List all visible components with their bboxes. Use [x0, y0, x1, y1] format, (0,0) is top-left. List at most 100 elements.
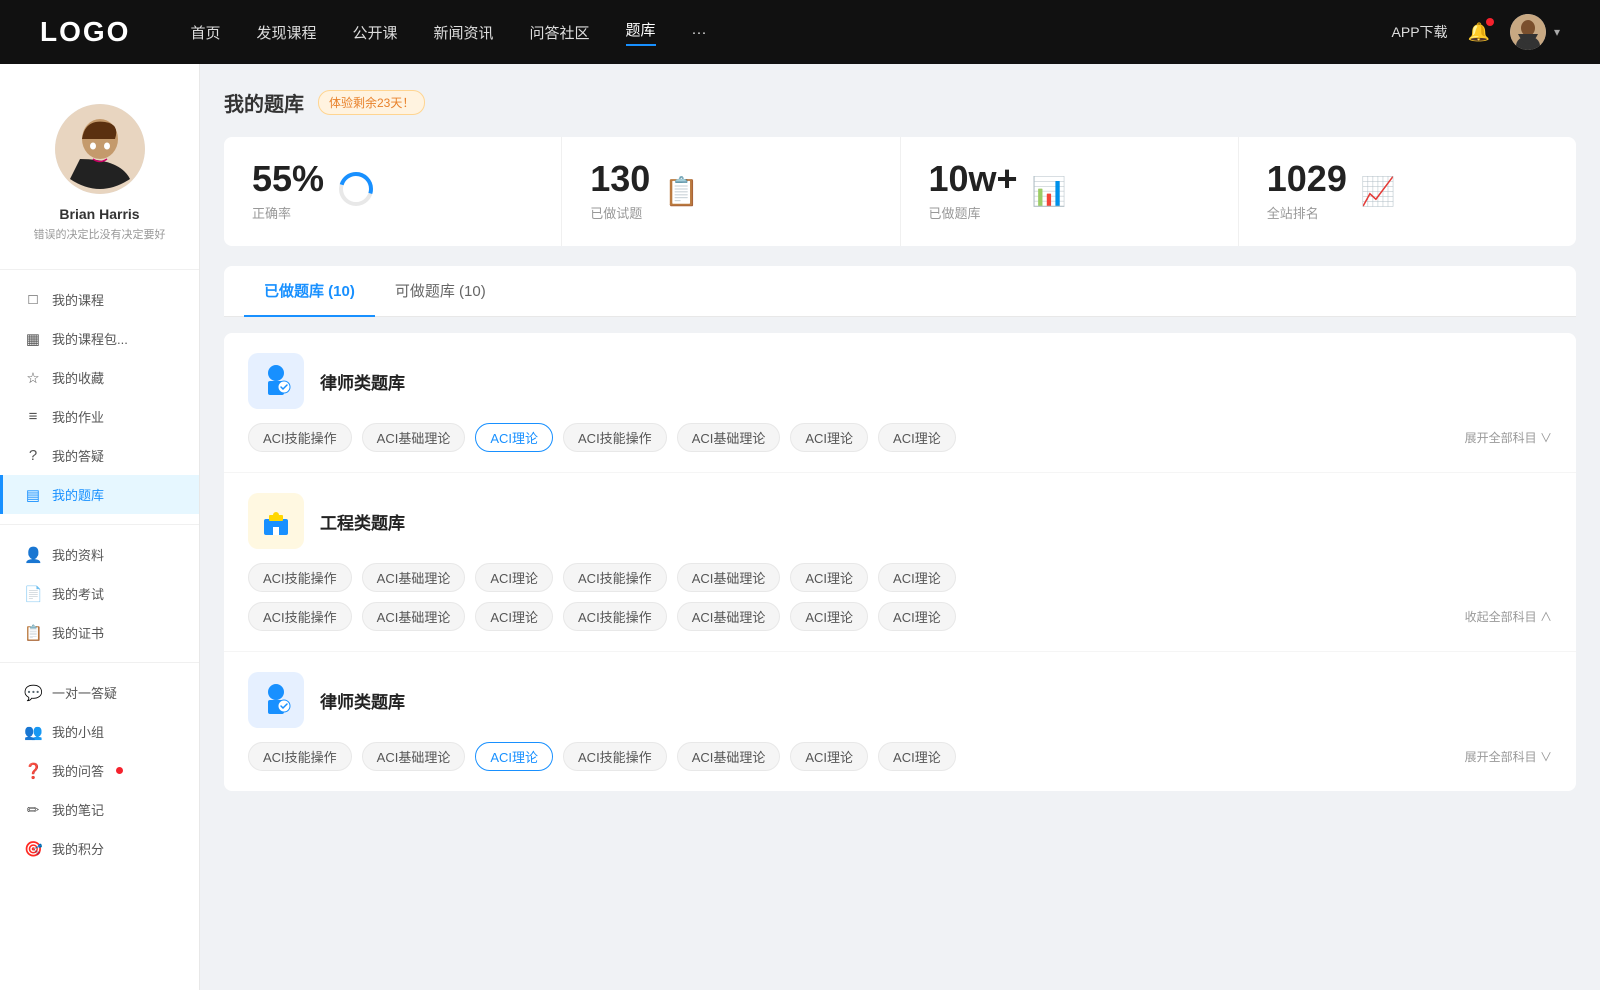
questions-icon: ❓ [24, 762, 42, 780]
navbar-nav: 首页 发现课程 公开课 新闻资讯 问答社区 题库 ··· [190, 19, 1391, 46]
sidebar-item-profile[interactable]: 👤 我的资料 [0, 535, 199, 574]
sidebar-item-course[interactable]: □ 我的课程 [0, 280, 199, 319]
sidebar-item-exam[interactable]: 📄 我的考试 [0, 574, 199, 613]
notes-icon: ✏ [24, 801, 42, 819]
nav-more[interactable]: ··· [692, 24, 707, 41]
nav-news[interactable]: 新闻资讯 [434, 22, 494, 43]
nav-qa[interactable]: 问答社区 [530, 22, 590, 43]
tag[interactable]: ACI基础理论 [677, 602, 781, 631]
unread-badge [116, 767, 123, 774]
tab-done[interactable]: 已做题库 (10) [244, 266, 375, 317]
stats-bar: 55% 正确率 130 已做试题 📋 [224, 137, 1576, 246]
sidebar-item-group[interactable]: 👥 我的小组 [0, 712, 199, 751]
tag[interactable]: ACI技能操作 [563, 563, 667, 592]
profile-name: Brian Harris [59, 206, 139, 222]
stat-ranking-icon: 📈 [1361, 175, 1396, 208]
stat-banks-text: 10w+ 已做题库 [929, 161, 1018, 222]
sidebar-item-question-bank[interactable]: ▤ 我的题库 [0, 475, 199, 514]
tag[interactable]: ACI基础理论 [362, 423, 466, 452]
app-download[interactable]: APP下载 [1392, 22, 1448, 42]
sidebar-item-label: 我的课程包... [52, 329, 128, 348]
sidebar-item-label: 我的作业 [52, 407, 104, 426]
tag-active[interactable]: ACI理论 [475, 742, 553, 771]
nav-discover[interactable]: 发现课程 [256, 22, 316, 43]
tag[interactable]: ACI理论 [878, 742, 956, 771]
sidebar-item-label: 我的小组 [52, 722, 104, 741]
tag[interactable]: ACI基础理论 [362, 602, 466, 631]
star-icon: ☆ [24, 369, 42, 387]
user-avatar-area[interactable]: ▾ [1510, 14, 1560, 50]
navbar: LOGO 首页 发现课程 公开课 新闻资讯 问答社区 题库 ··· APP下载 … [0, 0, 1600, 64]
stat-accuracy-text: 55% 正确率 [252, 161, 324, 222]
nav-open-course[interactable]: 公开课 [352, 22, 397, 43]
tag[interactable]: ACI技能操作 [248, 742, 352, 771]
tag[interactable]: ACI基础理论 [677, 423, 781, 452]
sidebar-item-certificate[interactable]: 📋 我的证书 [0, 613, 199, 652]
tag[interactable]: ACI理论 [878, 563, 956, 592]
sidebar-item-one-on-one[interactable]: 💬 一对一答疑 [0, 673, 199, 712]
sidebar: Brian Harris 错误的决定比没有决定要好 □ 我的课程 ▦ 我的课程包… [0, 64, 200, 990]
tag[interactable]: ACI理论 [790, 423, 868, 452]
bank-card-tags-1: ACI技能操作 ACI基础理论 ACI理论 ACI技能操作 ACI基础理论 AC… [248, 423, 1552, 452]
sidebar-item-qa[interactable]: ? 我的答疑 [0, 436, 199, 475]
tab-todo[interactable]: 可做题库 (10) [375, 266, 506, 317]
tag[interactable]: ACI技能操作 [248, 602, 352, 631]
course-icon: □ [24, 291, 42, 308]
tag-active[interactable]: ACI理论 [475, 423, 553, 452]
page-title: 我的题库 [224, 88, 304, 117]
stat-questions-icon: 📋 [664, 175, 699, 208]
tag[interactable]: ACI基础理论 [677, 563, 781, 592]
sidebar-item-label: 我的笔记 [52, 800, 104, 819]
bank-card-icon-lawyer [248, 353, 304, 409]
nav-home[interactable]: 首页 [190, 22, 220, 43]
page-header: 我的题库 体验剩余23天！ [224, 88, 1576, 117]
tag[interactable]: ACI理论 [790, 563, 868, 592]
sidebar-item-questions[interactable]: ❓ 我的问答 [0, 751, 199, 790]
sidebar-item-label: 我的收藏 [52, 368, 104, 387]
avatar [1510, 14, 1546, 50]
bank-card-lawyer-1: 律师类题库 ACI技能操作 ACI基础理论 ACI理论 ACI技能操作 ACI基… [224, 333, 1576, 473]
tag[interactable]: ACI技能操作 [248, 423, 352, 452]
homework-icon: ≡ [24, 408, 42, 425]
tag[interactable]: ACI理论 [878, 602, 956, 631]
sidebar-item-course-pack[interactable]: ▦ 我的课程包... [0, 319, 199, 358]
profile-icon: 👤 [24, 546, 42, 564]
bank-card-lawyer-2: 律师类题库 ACI技能操作 ACI基础理论 ACI理论 ACI技能操作 ACI基… [224, 652, 1576, 791]
group-icon: 👥 [24, 723, 42, 741]
sidebar-item-favorites[interactable]: ☆ 我的收藏 [0, 358, 199, 397]
tabs-bar: 已做题库 (10) 可做题库 (10) [224, 266, 1576, 317]
question-bank-icon: ▤ [24, 486, 42, 504]
tag[interactable]: ACI理论 [475, 602, 553, 631]
stat-accuracy-label: 正确率 [252, 203, 324, 222]
stat-ranking: 1029 全站排名 📈 [1239, 137, 1576, 246]
sidebar-item-label: 我的答疑 [52, 446, 104, 465]
sidebar-item-label: 我的课程 [52, 290, 104, 309]
sidebar-item-points[interactable]: 🎯 我的积分 [0, 829, 199, 868]
notification-bell[interactable]: 🔔 [1468, 22, 1490, 43]
sidebar-item-homework[interactable]: ≡ 我的作业 [0, 397, 199, 436]
sidebar-item-label: 我的资料 [52, 545, 104, 564]
tag[interactable]: ACI基础理论 [362, 742, 466, 771]
tag[interactable]: ACI理论 [790, 602, 868, 631]
expand-link-3[interactable]: 展开全部科目 ∨ [1465, 748, 1552, 765]
tag[interactable]: ACI基础理论 [677, 742, 781, 771]
tag[interactable]: ACI理论 [790, 742, 868, 771]
course-pack-icon: ▦ [24, 330, 42, 348]
sidebar-item-label: 我的问答 [52, 761, 104, 780]
stat-ranking-value: 1029 [1267, 161, 1347, 197]
chevron-down-icon: ▾ [1554, 25, 1560, 39]
tag[interactable]: ACI技能操作 [563, 602, 667, 631]
bank-card-header: 工程类题库 [248, 493, 1552, 549]
sidebar-item-notes[interactable]: ✏ 我的笔记 [0, 790, 199, 829]
expand-link-2[interactable]: 收起全部科目 ∧ [1465, 608, 1552, 625]
tag[interactable]: ACI理论 [475, 563, 553, 592]
bank-card-icon-lawyer2 [248, 672, 304, 728]
tag[interactable]: ACI理论 [878, 423, 956, 452]
nav-question-bank[interactable]: 题库 [626, 19, 656, 46]
expand-link-1[interactable]: 展开全部科目 ∨ [1465, 429, 1552, 446]
tag[interactable]: ACI技能操作 [563, 423, 667, 452]
tag[interactable]: ACI技能操作 [248, 563, 352, 592]
tag[interactable]: ACI基础理论 [362, 563, 466, 592]
tag[interactable]: ACI技能操作 [563, 742, 667, 771]
stat-accuracy-icon [338, 171, 374, 212]
